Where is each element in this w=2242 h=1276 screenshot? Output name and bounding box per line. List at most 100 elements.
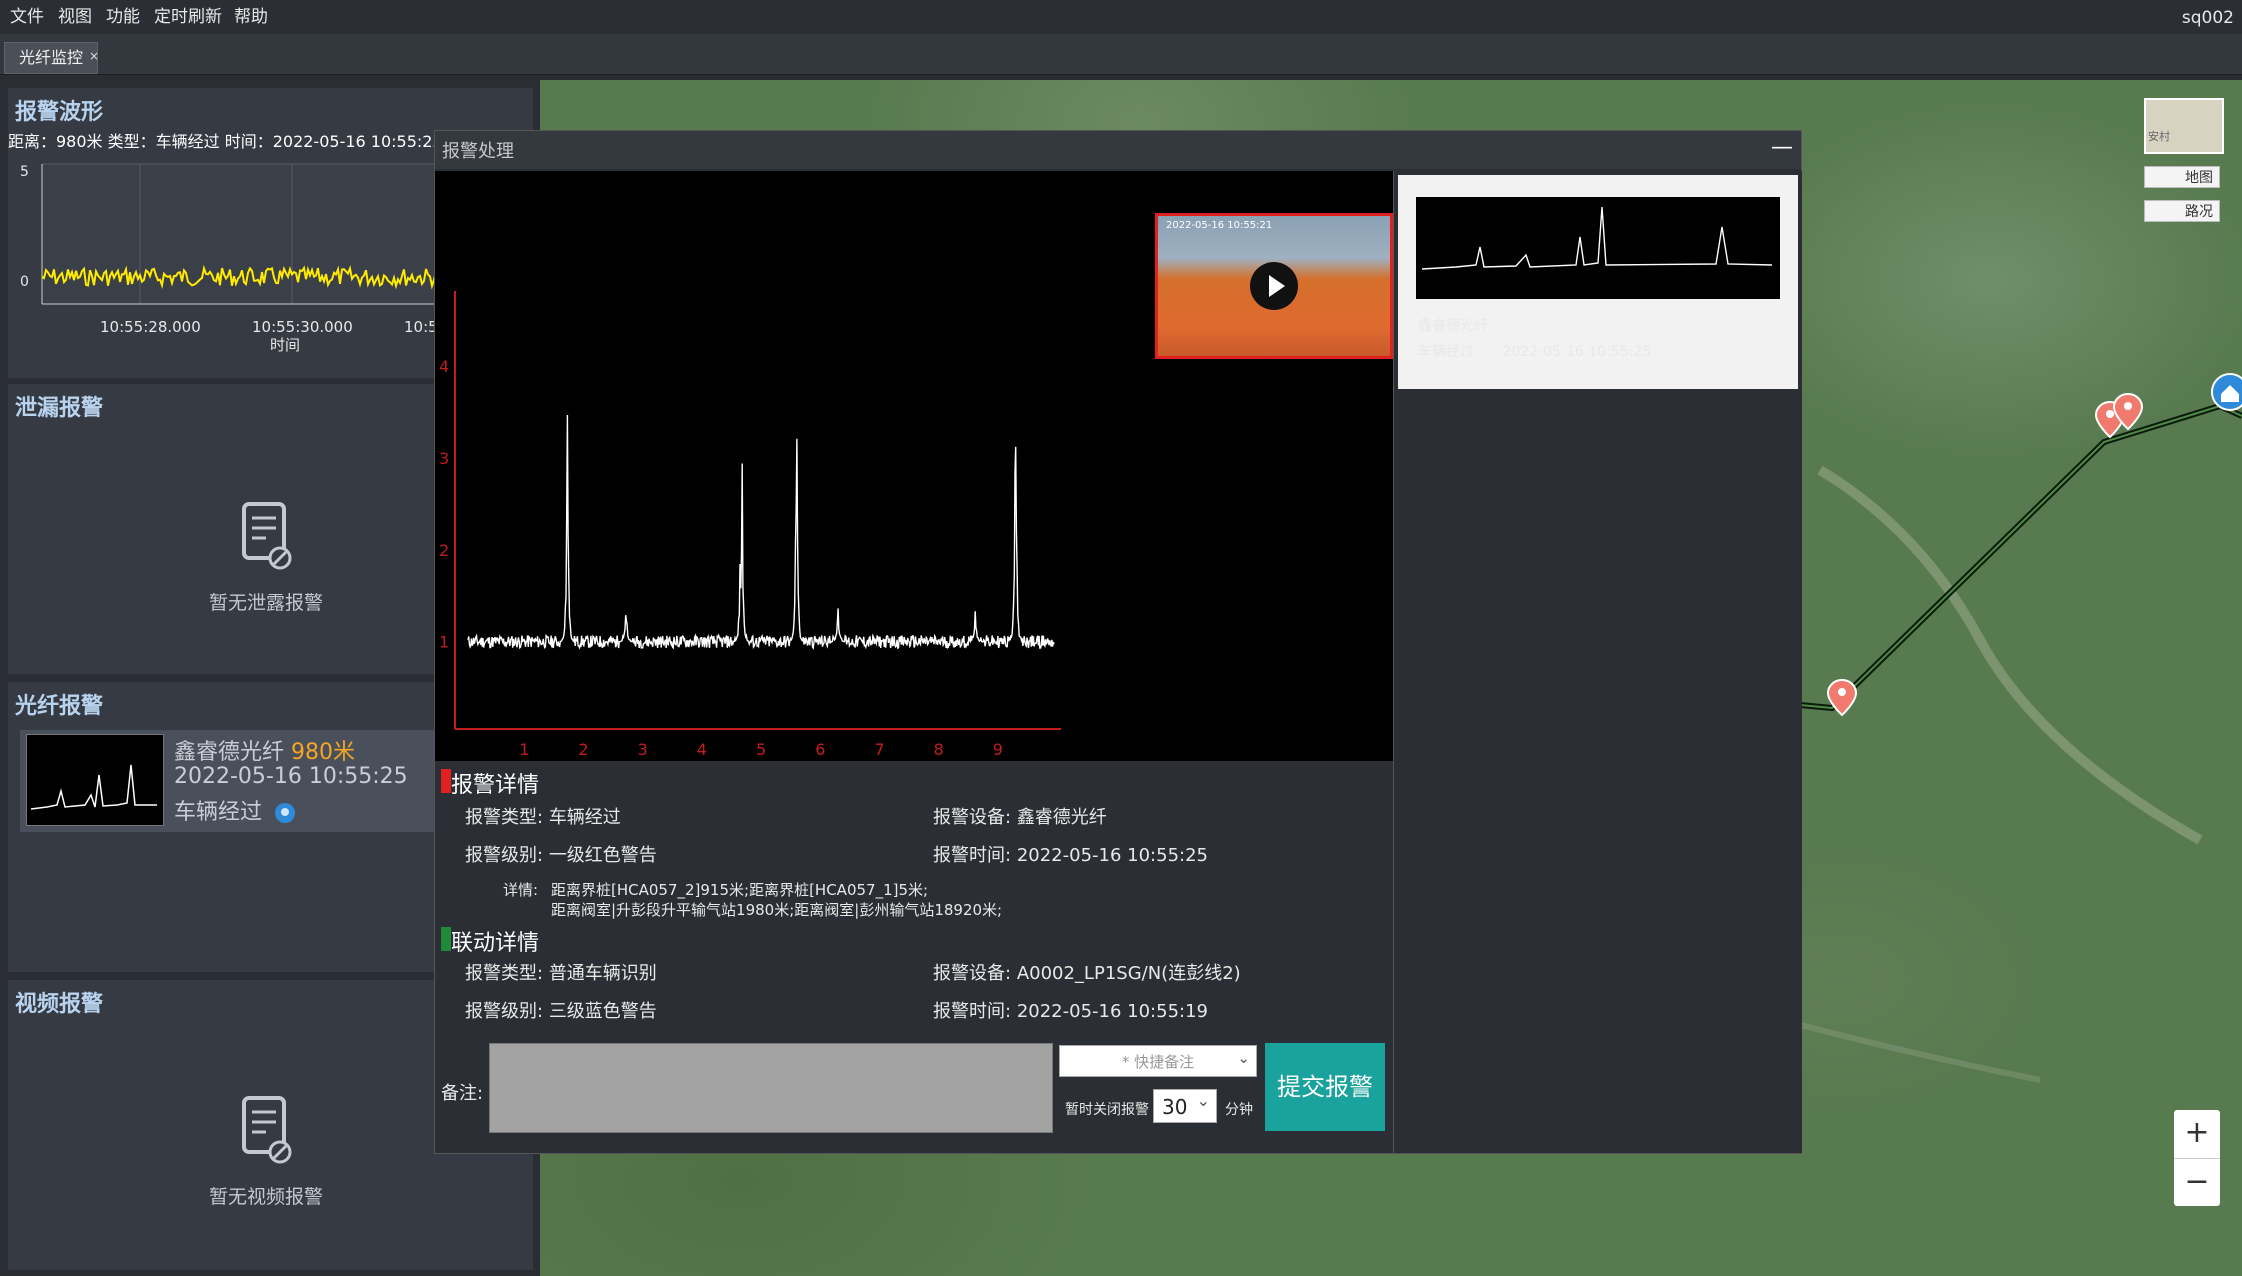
alarm-time-label: 报警时间: [933, 845, 1012, 866]
menu-view[interactable]: 视图 [58, 2, 92, 27]
chart-xtick: 6 [815, 740, 825, 759]
alarm-detail-marker [441, 769, 451, 793]
empty-document-icon [242, 502, 292, 570]
menu-bar: 文件 视图 功能 定时刷新 帮助 sq002 [0, 0, 2242, 34]
alarm-device-name: 鑫睿德光纤 [174, 740, 285, 765]
zoom-control: + − [2174, 1110, 2220, 1206]
alarm-detail-line1: 距离界桩[HCA057_2]915米;距离界桩[HCA057_1]5米; [551, 881, 929, 899]
video-alarm-title: 视频报警 [15, 992, 104, 1017]
linkage-device-label: 报警设备: [933, 963, 1012, 984]
close-minutes-select[interactable]: 30 [1153, 1084, 1217, 1123]
alarm-detail-label: 详情: [503, 881, 539, 899]
wave-xtick: 10:5 [404, 318, 438, 336]
temp-close-label: 暂时关闭报警 [1065, 1102, 1149, 1118]
play-icon[interactable] [1250, 262, 1298, 310]
wave-ytick: 0 [20, 274, 29, 290]
video-empty-label: 暂无视频报警 [208, 1186, 323, 1208]
alarm-type: 车辆经过 [174, 800, 263, 825]
linkage-type-value: 普通车辆识别 [548, 963, 657, 984]
minutes-unit-label: 分钟 [1225, 1102, 1253, 1118]
chart-xtick: 8 [934, 740, 944, 759]
linkage-detail-marker [441, 927, 451, 951]
map-thumbnail[interactable]: 安村 [2144, 98, 2224, 154]
alarm-time: 2022-05-16 10:55:25 [174, 764, 408, 789]
tab-fiber-monitor[interactable]: 光纤监控 × [4, 41, 99, 74]
alarm-device-line: 鑫睿德光纤 980米 [174, 734, 355, 766]
zoom-out-button[interactable]: − [2174, 1159, 2220, 1207]
fiber-alarm-title: 光纤报警 [15, 694, 104, 719]
linkage-level-label: 报警级别: [465, 1001, 544, 1022]
map-type-switch[interactable]: 安村 地图 路况 [2144, 98, 2224, 222]
waveform-title: 报警波形 [15, 100, 104, 125]
linkage-time-label: 报警时间: [933, 1001, 1012, 1022]
map-type-button[interactable]: 地图 [2144, 166, 2220, 188]
alarm-list-item[interactable]: 鑫睿德光纤 车辆经过 2022-05-16 10:55:25 [1398, 175, 1798, 389]
chart-ytick: 2 [439, 541, 449, 560]
menu-help[interactable]: 帮助 [234, 2, 268, 27]
alarm-time-row: 报警时间: 2022-05-16 10:55:25 [933, 841, 1208, 867]
username[interactable]: sq002 [2182, 8, 2234, 28]
video-empty-state: 暂无视频报警 [166, 1094, 366, 1209]
chart-xtick: 5 [756, 740, 766, 759]
linkage-device-row: 报警设备: A0002_LP1SG/N(连彭线2) [933, 959, 1241, 985]
alarm-type-row: 报警类型: 车辆经过 [465, 803, 621, 829]
wave-ytick: 5 [20, 164, 29, 180]
video-timestamp: 2022-05-16 10:55:21 [1166, 220, 1273, 231]
alarm-list-thumbnail [1416, 197, 1780, 299]
alarm-list-pane: 鑫睿德光纤 车辆经过 2022-05-16 10:55:25 [1393, 171, 1802, 1153]
wave-xlabel: 时间 [270, 336, 300, 354]
linkage-level-row: 报警级别: 三级蓝色警告 [465, 997, 657, 1023]
dialog-title: 报警处理 [442, 141, 514, 162]
remark-label: 备注: [441, 1083, 484, 1104]
alarm-level-label: 报警级别: [465, 845, 544, 866]
alarm-type-label: 报警类型: [465, 807, 544, 828]
alarm-waveform-thumbnail [26, 734, 164, 826]
linkage-type-row: 报警类型: 普通车辆识别 [465, 959, 657, 985]
menu-file[interactable]: 文件 [10, 2, 44, 27]
alarm-detail-line2: 距离阀室|升彭段升平输气站1980米;距离阀室|彭州输气站18920米; [551, 901, 1003, 919]
chart-ytick: 1 [439, 633, 449, 652]
traffic-button[interactable]: 路况 [2144, 200, 2220, 222]
station-home-icon[interactable] [2211, 373, 2242, 411]
map-village-label: 安村 [2148, 130, 2170, 143]
remark-textarea[interactable] [489, 1043, 1053, 1133]
chart-xtick: 3 [638, 740, 648, 759]
alarm-level-row: 报警级别: 一级红色警告 [465, 841, 657, 867]
chart-xtick: 4 [697, 740, 707, 759]
alarm-distance: 980米 [291, 740, 356, 765]
pipeline-route [1799, 402, 2242, 712]
chart-xtick: 1 [519, 740, 529, 759]
linkage-detail-title: 联动详情 [451, 931, 540, 956]
submit-alarm-button[interactable]: 提交报警 [1265, 1043, 1385, 1131]
alarm-type-value: 车辆经过 [548, 807, 621, 828]
details-section: 报警详情 报警类型: 车辆经过 报警设备: 鑫睿德光纤 报警级别: 一级红色警告… [435, 761, 1393, 1153]
zoom-in-button[interactable]: + [2174, 1110, 2220, 1159]
quick-remark-select[interactable]: * 快捷备注 [1059, 1042, 1257, 1077]
list-item-time: 2022-05-16 10:55:25 [1502, 344, 1652, 360]
empty-document-icon [242, 1096, 292, 1164]
wave-xtick: 10:55:28.000 [100, 318, 201, 336]
chart-xtick: 2 [578, 740, 588, 759]
alarm-level-value: 一级红色警告 [548, 845, 657, 866]
leak-empty-label: 暂无泄露报警 [208, 592, 323, 614]
linkage-device-value: A0002_LP1SG/N(连彭线2) [1016, 963, 1241, 984]
chart-xtick: 7 [874, 740, 884, 759]
tab-close-icon[interactable]: × [89, 41, 99, 71]
list-item-type: 车辆经过 [1418, 344, 1474, 360]
alarm-device-label: 报警设备: [933, 807, 1012, 828]
waveform-info: 距离：980米 类型：车辆经过 时间：2022-05-16 10:55:25 [8, 132, 443, 151]
linkage-time-row: 报警时间: 2022-05-16 10:55:19 [933, 997, 1208, 1023]
alarm-device-row: 报警设备: 鑫睿德光纤 [933, 803, 1107, 829]
chart-ytick: 4 [439, 357, 449, 376]
leak-alarm-title: 泄漏报警 [15, 396, 104, 421]
camera-icon[interactable] [275, 803, 296, 823]
alarm-processing-dialog: 报警处理 — 1 2 3 4 1 2 3 4 5 6 7 8 9 2022-05-16 10:55:2… [434, 130, 1802, 1154]
menu-refresh[interactable]: 定时刷新 [154, 2, 222, 27]
wave-xtick: 10:55:30.000 [252, 318, 353, 336]
dialog-header[interactable]: 报警处理 — [435, 131, 1801, 169]
linkage-level-value: 三级蓝色警告 [548, 1001, 657, 1022]
menu-function[interactable]: 功能 [106, 2, 140, 27]
minimize-button[interactable]: — [1769, 137, 1795, 163]
alarm-type-line: 车辆经过 [174, 794, 296, 826]
linked-video-thumbnail[interactable]: 2022-05-16 10:55:21 [1155, 213, 1393, 359]
